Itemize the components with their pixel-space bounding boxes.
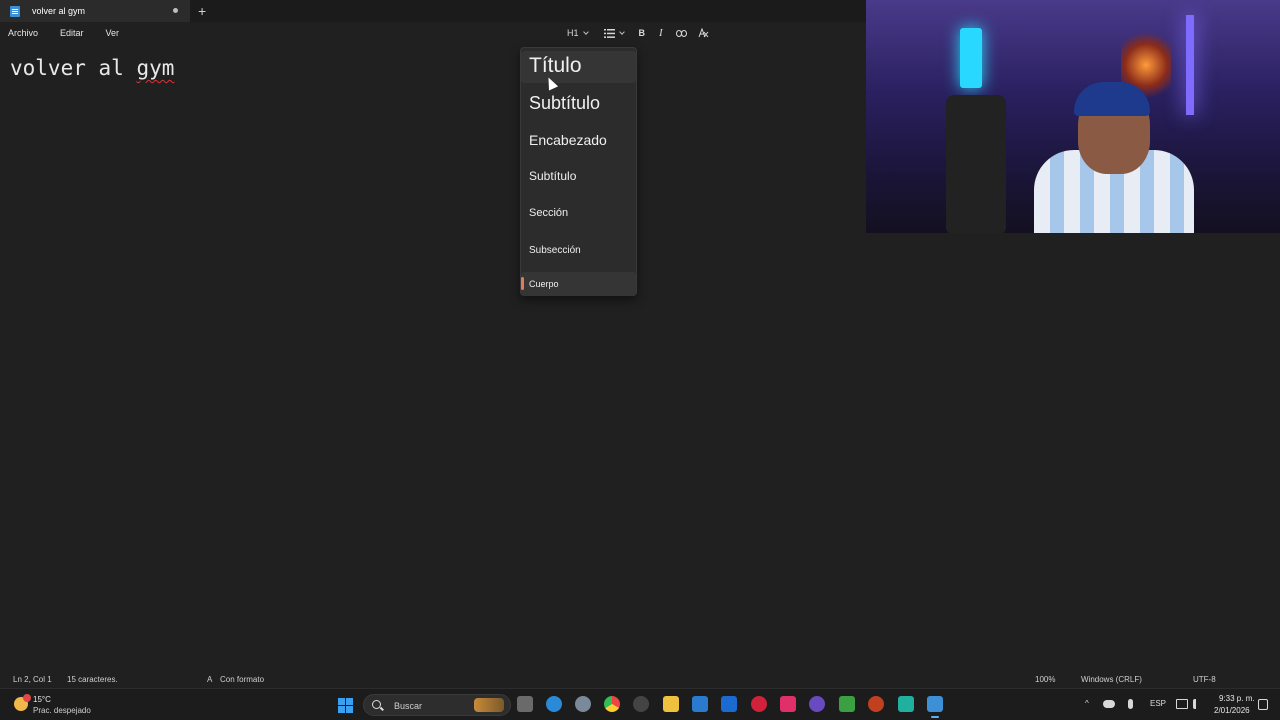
editor-text-plain: volver al bbox=[10, 56, 137, 80]
notifications-icon[interactable] bbox=[1258, 699, 1268, 710]
heading-option-subtitulo[interactable]: Subtítulo bbox=[521, 88, 636, 118]
heading-option-titulo[interactable]: Título bbox=[521, 51, 636, 83]
app-icon[interactable] bbox=[633, 696, 649, 712]
microphone-icon[interactable] bbox=[1128, 699, 1133, 709]
line-ending[interactable]: Windows (CRLF) bbox=[1081, 675, 1142, 684]
heading-option-subseccion[interactable]: Subsección bbox=[521, 240, 636, 262]
char-count: 15 caracteres. bbox=[67, 675, 118, 684]
onedrive-icon[interactable] bbox=[1103, 700, 1115, 708]
network-icon[interactable] bbox=[1176, 699, 1188, 709]
neon-light bbox=[1186, 15, 1194, 115]
clear-format-button[interactable] bbox=[698, 28, 709, 38]
chevron-up-icon[interactable]: ^ bbox=[1085, 699, 1089, 708]
chrome-icon[interactable] bbox=[604, 696, 620, 712]
taskbar-search[interactable]: Buscar bbox=[363, 694, 511, 716]
link-button[interactable] bbox=[675, 29, 687, 37]
weather-condition[interactable]: Prac. despejado bbox=[33, 706, 91, 715]
clear-format-icon bbox=[698, 28, 709, 38]
menu-editar[interactable]: Editar bbox=[60, 28, 84, 38]
heading-option-encabezado[interactable]: Encabezado bbox=[521, 126, 636, 154]
neon-light bbox=[960, 28, 982, 88]
tiktok-icon[interactable] bbox=[780, 696, 796, 712]
heading-dropdown-button[interactable]: H1 bbox=[567, 28, 589, 38]
link-icon bbox=[675, 29, 687, 37]
cursor-position: Ln 2, Col 1 bbox=[13, 675, 52, 684]
heading-label: H1 bbox=[567, 28, 579, 38]
tab-bar: volver al gym + bbox=[0, 0, 866, 22]
settings-icon[interactable] bbox=[575, 696, 591, 712]
heading-option-cuerpo[interactable]: Cuerpo bbox=[521, 272, 636, 296]
edge-icon[interactable] bbox=[546, 696, 562, 712]
heading-menu: Título Subtítulo Encabezado Subtítulo Se… bbox=[520, 47, 637, 296]
misspelled-word[interactable]: gym bbox=[136, 56, 174, 80]
outlook-icon[interactable] bbox=[721, 696, 737, 712]
tab-title: volver al gym bbox=[32, 6, 86, 16]
task-view-icon[interactable] bbox=[517, 696, 533, 712]
format-mode[interactable]: Con formato bbox=[220, 675, 264, 684]
zoom-level[interactable]: 100% bbox=[1035, 675, 1055, 684]
xbox-icon[interactable] bbox=[839, 696, 855, 712]
selected-indicator bbox=[521, 277, 524, 290]
search-placeholder: Buscar bbox=[394, 701, 423, 711]
menu-bar: Archivo Editar Ver bbox=[0, 22, 866, 44]
start-button[interactable] bbox=[338, 698, 353, 713]
store-icon[interactable] bbox=[692, 696, 708, 712]
search-highlight-image bbox=[474, 698, 504, 712]
bold-button[interactable]: B bbox=[639, 28, 646, 38]
menu-archivo[interactable]: Archivo bbox=[8, 28, 38, 38]
encoding[interactable]: UTF-8 bbox=[1193, 675, 1216, 684]
chevron-down-icon bbox=[582, 28, 589, 35]
gaming-chair bbox=[946, 95, 1006, 233]
opera-icon[interactable] bbox=[751, 696, 767, 712]
heading-option-subtitulo-2[interactable]: Subtítulo bbox=[521, 164, 636, 188]
notepad-icon bbox=[10, 5, 20, 17]
app-icon[interactable] bbox=[868, 696, 884, 712]
editor-text[interactable]: volver al gym bbox=[10, 56, 174, 80]
chevron-down-icon bbox=[618, 28, 625, 35]
tab-document[interactable]: volver al gym bbox=[0, 0, 190, 22]
menu-ver[interactable]: Ver bbox=[106, 28, 120, 38]
new-tab-button[interactable]: + bbox=[198, 2, 206, 20]
clock-time[interactable]: 9:33 p. m. bbox=[1219, 694, 1255, 703]
notification-badge bbox=[23, 694, 31, 702]
discord-icon[interactable] bbox=[809, 696, 825, 712]
taskbar: 15°C Prac. despejado Buscar ^ ESP 9:33 p… bbox=[0, 688, 1280, 720]
italic-button[interactable]: I bbox=[659, 27, 663, 39]
file-explorer-icon[interactable] bbox=[663, 696, 679, 712]
language-indicator[interactable]: ESP bbox=[1150, 699, 1166, 708]
format-toolbar: H1 B I bbox=[560, 22, 709, 44]
webcam-overlay bbox=[866, 0, 1280, 233]
format-icon[interactable]: A bbox=[207, 675, 212, 684]
weather-temp[interactable]: 15°C bbox=[33, 695, 51, 704]
volume-icon[interactable] bbox=[1193, 699, 1203, 709]
unsaved-dot-icon[interactable] bbox=[173, 8, 178, 13]
app-icon[interactable] bbox=[898, 696, 914, 712]
list-dropdown-button[interactable] bbox=[603, 28, 625, 38]
heading-option-seccion[interactable]: Sección bbox=[521, 201, 636, 225]
status-bar: Ln 2, Col 1 15 caracteres. A Con formato… bbox=[0, 670, 1280, 688]
clock-date[interactable]: 2/01/2026 bbox=[1214, 706, 1250, 715]
list-icon bbox=[603, 28, 615, 38]
notepad-icon[interactable] bbox=[927, 696, 943, 718]
search-icon bbox=[372, 700, 381, 709]
